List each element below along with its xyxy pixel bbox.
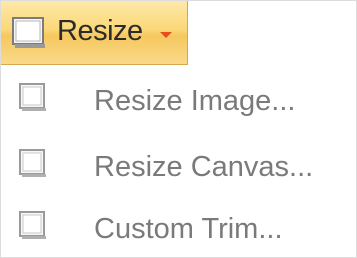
resize-image-icon — [17, 81, 49, 118]
resize-canvas-icon — [17, 147, 49, 184]
resize-label: Resize — [57, 15, 143, 47]
menu-item-resize-image[interactable]: Resize Image... — [1, 73, 356, 129]
menu-item-label: Custom Trim... — [94, 213, 283, 245]
custom-trim-icon — [17, 209, 49, 246]
menu-item-label: Resize Image... — [94, 85, 296, 117]
menu-item-label: Resize Canvas... — [94, 151, 314, 183]
resize-button[interactable]: Resize — [1, 1, 188, 65]
menu-item-custom-trim[interactable]: Custom Trim... — [1, 201, 356, 257]
menu-item-resize-canvas[interactable]: Resize Canvas... — [1, 139, 356, 195]
resize-icon — [11, 16, 49, 55]
chevron-down-icon[interactable] — [159, 27, 173, 45]
resize-menu: Resize Image... Resize Canvas... Custom … — [1, 65, 356, 257]
resize-dropdown-frame: Resize Resize Image... Resize Canvas... … — [0, 0, 357, 258]
